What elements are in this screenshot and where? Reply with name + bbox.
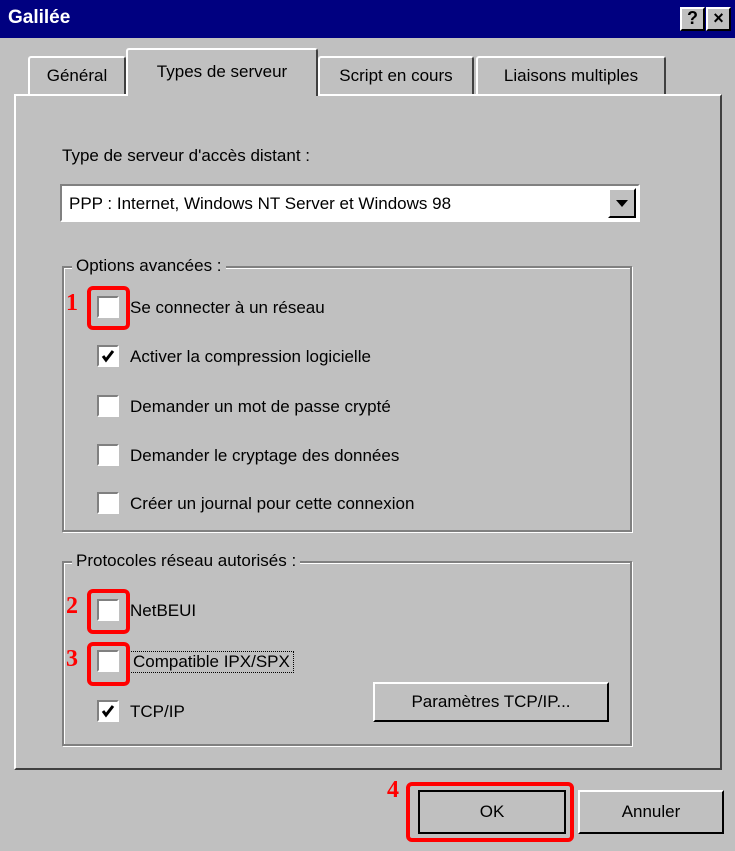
tab-label: Général bbox=[46, 66, 108, 85]
tcpip-label: TCP/IP bbox=[130, 702, 185, 721]
annotation-number-3: 3 bbox=[66, 646, 78, 672]
dropdown-button[interactable] bbox=[608, 188, 636, 218]
annotation-highlight-3 bbox=[87, 642, 130, 686]
checkbox-data-encryption[interactable] bbox=[97, 444, 119, 466]
connect-network-label: Se connecter à un réseau bbox=[130, 298, 325, 317]
checkmark-icon bbox=[101, 350, 115, 363]
annotation-highlight-1 bbox=[87, 286, 130, 330]
ipx-spx-label: Compatible IPX/SPX bbox=[129, 651, 294, 673]
checkbox-tcpip[interactable] bbox=[97, 700, 119, 722]
tab-multilink[interactable]: Liaisons multiples bbox=[476, 56, 666, 96]
checkbox-encrypted-password[interactable] bbox=[97, 395, 119, 417]
annotation-highlight-2 bbox=[87, 589, 130, 634]
tcpip-settings-label: Paramètres TCP/IP... bbox=[411, 692, 571, 711]
data-encryption-label: Demander le cryptage des données bbox=[130, 446, 400, 465]
window-title: Galilée bbox=[8, 7, 71, 28]
software-compression-label: Activer la compression logicielle bbox=[130, 347, 371, 366]
tab-server-types[interactable]: Types de serveur bbox=[126, 48, 318, 96]
tab-script[interactable]: Script en cours bbox=[318, 56, 474, 96]
close-icon: × bbox=[713, 8, 724, 28]
checkbox-connection-log[interactable] bbox=[97, 492, 119, 514]
protocols-legend: Protocoles réseau autorisés : bbox=[72, 551, 301, 571]
chevron-down-icon bbox=[616, 200, 628, 207]
cancel-label: Annuler bbox=[621, 802, 681, 821]
annotation-number-4: 4 bbox=[387, 777, 399, 803]
annotation-number-2: 2 bbox=[66, 593, 78, 619]
cancel-button[interactable]: Annuler bbox=[578, 790, 724, 834]
server-type-select[interactable]: PPP : Internet, Windows NT Server et Win… bbox=[60, 184, 640, 222]
server-type-value: PPP : Internet, Windows NT Server et Win… bbox=[69, 194, 452, 213]
encrypted-password-label: Demander un mot de passe crypté bbox=[130, 397, 391, 416]
tab-general[interactable]: Général bbox=[28, 56, 126, 96]
tab-label: Types de serveur bbox=[156, 62, 288, 81]
connection-log-label: Créer un journal pour cette connexion bbox=[130, 494, 415, 513]
tab-label: Script en cours bbox=[339, 66, 453, 85]
netbeui-label: NetBEUI bbox=[130, 601, 197, 620]
advanced-options-legend: Options avancées : bbox=[72, 256, 226, 276]
tab-label: Liaisons multiples bbox=[503, 66, 639, 85]
tcpip-settings-button[interactable]: Paramètres TCP/IP... bbox=[373, 682, 609, 722]
help-button[interactable]: ? bbox=[680, 7, 705, 31]
server-type-label: Type de serveur d'accès distant : bbox=[62, 146, 310, 165]
checkmark-icon bbox=[101, 705, 115, 718]
annotation-highlight-4 bbox=[406, 782, 574, 842]
checkbox-software-compression[interactable] bbox=[97, 345, 119, 367]
close-button[interactable]: × bbox=[706, 7, 731, 31]
help-icon: ? bbox=[687, 8, 698, 28]
title-bar: Galilée ? × bbox=[0, 0, 735, 38]
annotation-number-1: 1 bbox=[66, 290, 78, 316]
